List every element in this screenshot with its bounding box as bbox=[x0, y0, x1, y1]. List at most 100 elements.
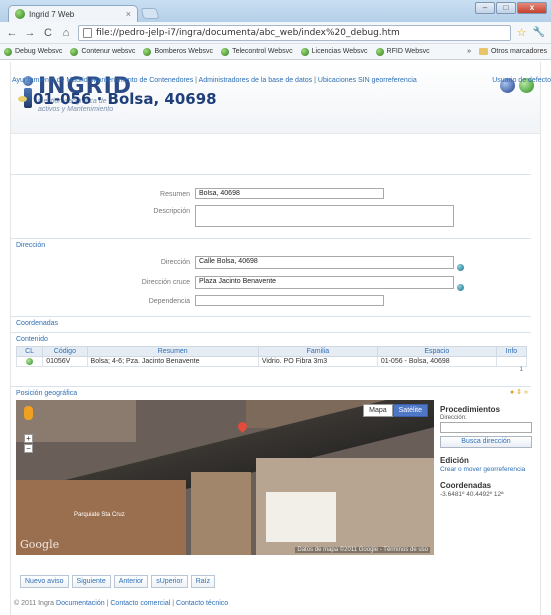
other-bookmarks-label: Otros marcadores bbox=[490, 48, 547, 55]
address-bar[interactable]: file://pedro-jelp-i7/ingra/documenta/abc… bbox=[78, 24, 511, 41]
col-header-resumen[interactable]: Resumen bbox=[86, 346, 259, 357]
direccion-row: Dirección Calle Bolsa, 40698 bbox=[10, 256, 464, 271]
map-options-icon[interactable]: ● ⇕ » bbox=[510, 388, 528, 396]
page-title-text: 01-056 · Bolsa, 40698 bbox=[33, 90, 217, 108]
footer-link-tecnico[interactable]: Contacto técnico bbox=[176, 600, 228, 607]
crear-georreferencia-link[interactable]: Crear o mover georreferencia bbox=[440, 466, 534, 473]
dependencia-row: Dependencia bbox=[10, 295, 384, 306]
map-type-satelite[interactable]: Satélite bbox=[392, 404, 428, 417]
cell-familia: Vidrio. PO Fibra 3m3 bbox=[257, 356, 378, 367]
window-controls: – □ x bbox=[475, 2, 547, 14]
bookmark-item[interactable]: Contenur websvc bbox=[70, 47, 136, 56]
coordenadas-section: Coordenadas bbox=[10, 316, 531, 330]
map-type-control: Mapa Satélite bbox=[363, 404, 428, 417]
maximize-button[interactable]: □ bbox=[496, 2, 516, 14]
busca-direccion-button[interactable]: Busca dirección bbox=[440, 436, 532, 448]
map-copyright[interactable]: Datos de mapa ©2011 Google - Términos de… bbox=[295, 547, 430, 553]
bookmark-item[interactable]: Bomberos Websvc bbox=[143, 47, 214, 56]
resumen-label: Resumen bbox=[160, 191, 190, 198]
map-type-mapa[interactable]: Mapa bbox=[363, 404, 393, 417]
zoom-in-button[interactable]: + bbox=[24, 434, 33, 443]
cell-espacio: 01-056 - Bolsa, 40698 bbox=[376, 356, 497, 367]
col-header-info[interactable]: Info bbox=[495, 346, 528, 357]
cruce-input[interactable]: Plaza Jacinto Benavente bbox=[195, 276, 454, 289]
bookmark-label: Contenur websvc bbox=[81, 48, 136, 55]
new-tab-button[interactable] bbox=[140, 8, 160, 19]
descripcion-label: Descripción bbox=[153, 208, 190, 215]
other-bookmarks[interactable]: Otros marcadores bbox=[478, 48, 547, 55]
page-title: 01-056 · Bolsa, 40698 bbox=[18, 90, 217, 108]
col-header-espacio[interactable]: Espacio bbox=[376, 346, 497, 357]
raiz-button[interactable]: Raíz bbox=[190, 575, 216, 588]
footer-link-comercial[interactable]: Contacto comercial bbox=[110, 600, 170, 607]
direccion-search-input[interactable] bbox=[440, 422, 532, 433]
bookmark-icon bbox=[70, 47, 79, 56]
posicion-section-title: Posición geográfica bbox=[16, 390, 78, 397]
cruce-label: Dirección cruce bbox=[141, 279, 190, 286]
bookmark-item[interactable]: RFID Websvc bbox=[375, 47, 430, 56]
descripcion-textarea[interactable] bbox=[195, 205, 454, 227]
forward-icon[interactable]: → bbox=[24, 27, 36, 39]
bookmark-item[interactable]: Debug Websvc bbox=[4, 47, 62, 56]
contenido-table: CL Código Resumen Familia Espacio Info 0… bbox=[15, 346, 528, 367]
dependencia-input[interactable] bbox=[195, 295, 384, 306]
folder-icon bbox=[478, 48, 488, 55]
map-side-panel: Procedimientos Dirección: Busca direcció… bbox=[440, 405, 534, 498]
siguiente-button[interactable]: Siguiente bbox=[71, 575, 111, 588]
direccion-section-title: Dirección bbox=[16, 242, 46, 249]
action-bar: Nuevo aviso Siguiente Anterior sUperior … bbox=[20, 575, 216, 588]
anterior-button[interactable]: Anterior bbox=[113, 575, 149, 588]
direccion-input[interactable]: Calle Bolsa, 40698 bbox=[195, 256, 454, 269]
home-icon[interactable]: ⌂ bbox=[60, 27, 72, 39]
bookmark-label: Bomberos Websvc bbox=[154, 48, 214, 55]
bookmark-label: Telecontrol Websvc bbox=[232, 48, 293, 55]
geocode-icon[interactable] bbox=[457, 264, 464, 271]
bookmarks-more-button[interactable]: » bbox=[467, 48, 471, 55]
direccion-label: Dirección bbox=[160, 259, 190, 266]
table-row[interactable]: 01056V Bolsa; 4-6; Pza. Jacinto Benavent… bbox=[15, 356, 528, 367]
bookmarks-bar: Debug Websvc Contenur websvc Bomberos We… bbox=[0, 44, 551, 60]
procedimientos-title: Procedimientos bbox=[440, 405, 501, 414]
minimize-button[interactable]: – bbox=[475, 2, 495, 14]
dependencia-label: Dependencia bbox=[148, 298, 190, 305]
cell-resumen: Bolsa; 4-6; Pza. Jacinto Benavente bbox=[86, 356, 259, 367]
breadcrumb: Ayuntamiento de Madrid. Mantenimiento de… bbox=[12, 77, 417, 84]
table-header-row: CL Código Resumen Familia Espacio Info bbox=[15, 346, 528, 357]
breadcrumb-item[interactable]: Ubicaciones SIN georreferencia bbox=[318, 77, 417, 84]
google-logo: Google bbox=[20, 538, 60, 551]
close-window-button[interactable]: x bbox=[517, 2, 547, 14]
nuevo-aviso-button[interactable]: Nuevo aviso bbox=[20, 575, 69, 588]
table-pager[interactable]: 1 bbox=[10, 367, 531, 373]
cell-info[interactable] bbox=[495, 356, 528, 367]
reload-icon[interactable]: C bbox=[42, 27, 54, 39]
superior-button[interactable]: sUperior bbox=[151, 575, 188, 588]
satellite-map[interactable]: + − Mapa Satélite Parquiate Sta Cruz Goo… bbox=[16, 400, 434, 555]
page-icon bbox=[83, 27, 92, 38]
col-header-codigo[interactable]: Código bbox=[42, 346, 88, 357]
back-icon[interactable]: ← bbox=[6, 27, 18, 39]
col-header-cl[interactable]: CL bbox=[15, 346, 44, 357]
bookmark-icon bbox=[300, 47, 309, 56]
browser-toolbar: ← → C ⌂ file://pedro-jelp-i7/ingra/docum… bbox=[0, 22, 551, 44]
ingrid-favicon-icon bbox=[15, 9, 25, 19]
wrench-icon[interactable]: 🔧 bbox=[533, 27, 545, 38]
col-header-familia[interactable]: Familia bbox=[257, 346, 378, 357]
footer-link-documentacion[interactable]: Documentación bbox=[56, 600, 105, 607]
bookmark-item[interactable]: Licencias Websvc bbox=[300, 47, 368, 56]
tab-close-icon[interactable]: × bbox=[126, 9, 131, 19]
breadcrumb-item[interactable]: Ayuntamiento de Madrid. Mantenimiento de… bbox=[12, 77, 193, 84]
browser-tab[interactable]: Ingrid 7 Web × bbox=[8, 5, 138, 22]
resumen-input[interactable] bbox=[195, 188, 384, 199]
bookmark-icon bbox=[143, 47, 152, 56]
breadcrumb-item[interactable]: Administradores de la base de datos bbox=[199, 77, 313, 84]
bookmark-star-icon[interactable]: ☆ bbox=[517, 26, 527, 39]
cruce-row: Dirección cruce Plaza Jacinto Benavente bbox=[10, 276, 464, 291]
default-user-link[interactable]: Usuario de defecto bbox=[492, 77, 551, 84]
bookmark-label: Licencias Websvc bbox=[311, 48, 368, 55]
coordenadas-section-title: Coordenadas bbox=[16, 320, 59, 327]
bookmark-item[interactable]: Telecontrol Websvc bbox=[221, 47, 293, 56]
container-status-icon bbox=[26, 358, 34, 365]
pegman-icon[interactable] bbox=[24, 406, 33, 420]
geocode-icon[interactable] bbox=[457, 284, 464, 291]
zoom-out-button[interactable]: − bbox=[24, 444, 33, 453]
